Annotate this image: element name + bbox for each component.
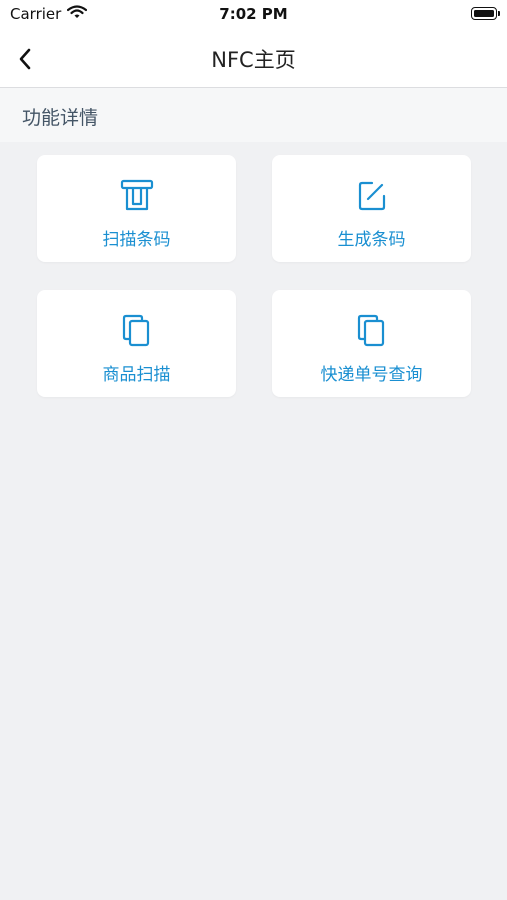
section-title: 功能详情 bbox=[22, 107, 99, 129]
scan-barcode-card[interactable]: 扫描条码 bbox=[37, 155, 236, 262]
card-label: 快递单号查询 bbox=[320, 365, 423, 385]
generate-barcode-card[interactable]: 生成条码 bbox=[272, 155, 471, 262]
page-title: NFC主页 bbox=[211, 48, 296, 72]
status-bar: Carrier 7:02 PM bbox=[0, 0, 507, 30]
copy-icon bbox=[37, 312, 236, 348]
section-header: 功能详情 bbox=[0, 88, 507, 142]
navigation-bar: NFC主页 bbox=[0, 30, 507, 88]
battery-icon bbox=[471, 7, 500, 20]
card-label: 扫描条码 bbox=[102, 230, 171, 250]
card-reader-icon bbox=[37, 177, 236, 213]
card-label: 生成条码 bbox=[337, 230, 406, 250]
product-scan-card[interactable]: 商品扫描 bbox=[37, 290, 236, 397]
status-time: 7:02 PM bbox=[219, 5, 288, 23]
card-label: 商品扫描 bbox=[102, 365, 171, 385]
edit-icon bbox=[272, 177, 471, 213]
express-tracking-card[interactable]: 快递单号查询 bbox=[272, 290, 471, 397]
copy-icon bbox=[272, 312, 471, 348]
